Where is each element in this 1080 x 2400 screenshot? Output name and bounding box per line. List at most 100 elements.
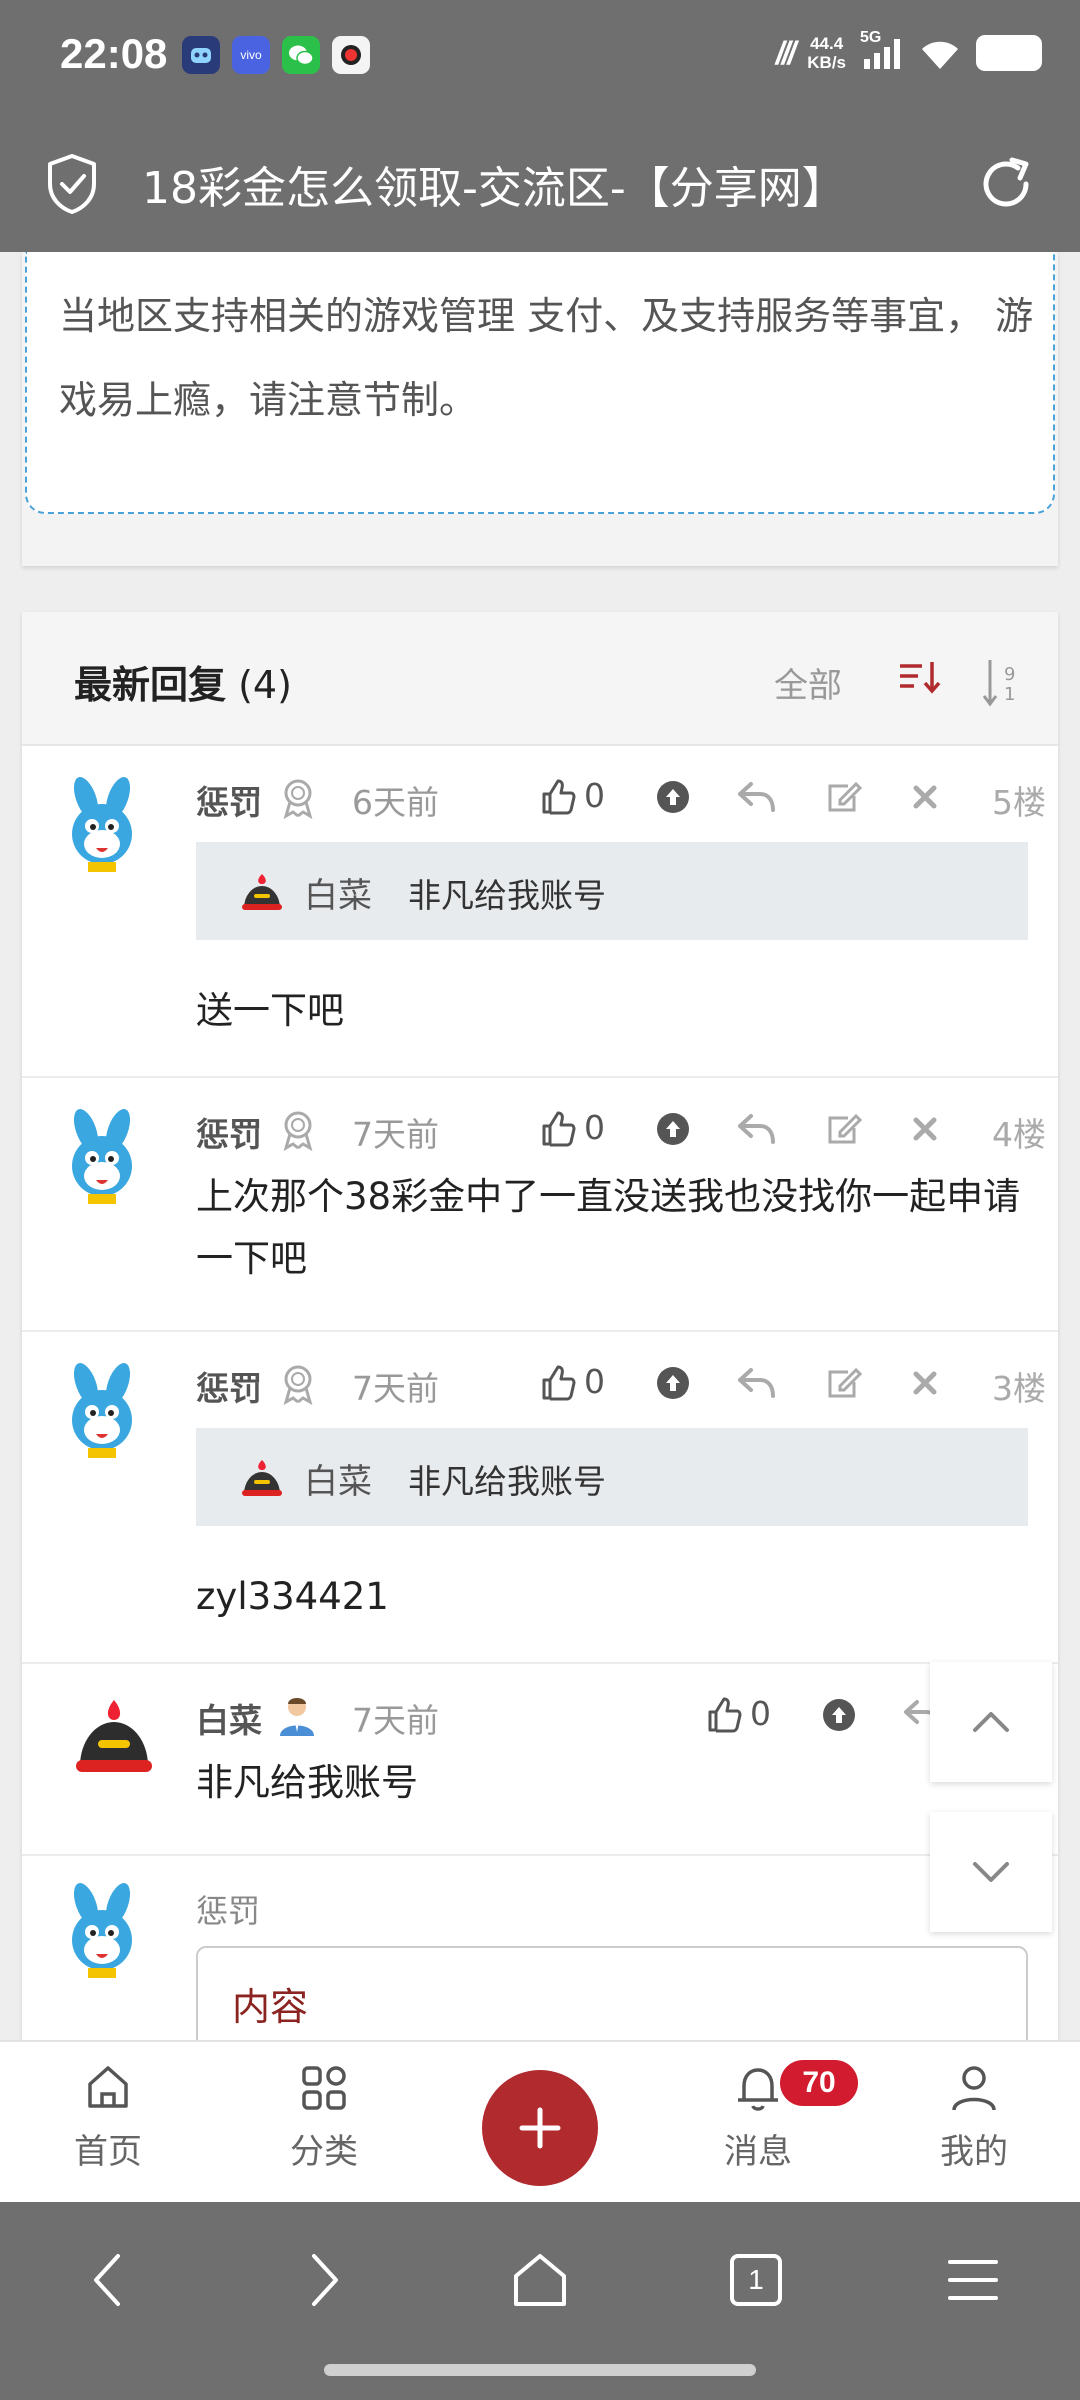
reply-meta: 白菜 7天前 0 [196, 1694, 941, 1740]
forward-icon[interactable] [302, 2248, 346, 2312]
reply-text: 非凡给我账号 [196, 1761, 418, 1804]
user-badge-icon [280, 1698, 314, 1736]
quote-box: 白菜 非凡给我账号 [196, 842, 1028, 940]
reply-item: 白菜 7天前 0 非凡给我账号 [22, 1666, 1058, 1856]
tabs-button[interactable]: 1 [730, 2254, 782, 2306]
medal-icon [283, 779, 313, 820]
reply-username[interactable]: 白菜 [196, 1694, 262, 1742]
messages-badge: 70 [780, 2060, 858, 2106]
status-app-icons: vivo [182, 36, 370, 74]
medal-icon [283, 1111, 313, 1152]
reply-username[interactable]: 惩罚 [196, 1108, 262, 1156]
svg-text:9: 9 [1004, 664, 1015, 685]
medal-icon [283, 1365, 313, 1406]
upvote-icon[interactable] [656, 780, 690, 814]
scroll-up-button[interactable] [930, 1662, 1052, 1782]
status-bar: 22:08 vivo /// 44.4 KB/s 5G [0, 0, 1080, 116]
network-speed: 44.4 KB/s [807, 34, 846, 72]
scroll-down-button[interactable] [930, 1812, 1052, 1932]
menu-icon[interactable] [946, 2248, 1000, 2312]
avatar[interactable] [52, 1362, 152, 1462]
reply-item: 惩罚 7天前 0 3楼 白菜 非凡给我账号 zyl334421 [22, 1334, 1058, 1664]
vivo-app-icon: vivo [232, 36, 270, 74]
new-post-button[interactable] [482, 2070, 598, 2186]
thumbs-up-icon[interactable] [706, 1696, 742, 1734]
avatar[interactable] [52, 1108, 152, 1208]
delete-icon[interactable] [912, 784, 938, 810]
reply-text: 上次那个38彩金中了一直没送我也没找你一起申请一下吧 [196, 1175, 1021, 1280]
network-activity-icon: /// [775, 34, 797, 71]
like-count: 0 [584, 1362, 605, 1401]
thumbs-up-icon[interactable] [540, 778, 576, 816]
browser-home-icon[interactable] [508, 2248, 572, 2312]
plus-icon [519, 2107, 561, 2149]
quote-box: 白菜 非凡给我账号 [196, 1428, 1028, 1526]
status-right: /// 44.4 KB/s 5G [775, 29, 1042, 72]
edit-icon[interactable] [824, 780, 862, 814]
helmet-avatar[interactable] [72, 1696, 156, 1780]
reload-icon[interactable] [978, 152, 1036, 216]
helmet-avatar-icon [242, 874, 282, 910]
thumbs-up-icon[interactable] [540, 1110, 576, 1148]
reply-icon[interactable] [736, 1366, 776, 1400]
reply-time: 7天前 [352, 1701, 439, 1740]
nav-mine[interactable]: 我的 [904, 2062, 1044, 2173]
bottom-nav: 首页 分类 消息 70 我的 [0, 2040, 1080, 2202]
reply-content-input[interactable]: 内容 [196, 1946, 1028, 2042]
page-title[interactable]: 18彩金怎么领取-交流区-【分享网】 [142, 152, 846, 216]
browser-title-bar: 18彩金怎么领取-交流区-【分享网】 [0, 116, 1080, 252]
wechat-icon [282, 36, 320, 74]
like-count: 0 [584, 1108, 605, 1147]
like-count: 0 [584, 776, 605, 815]
reply-icon[interactable] [736, 780, 776, 814]
reply-meta: 惩罚 6天前 0 5楼 [196, 776, 1046, 822]
upvote-icon[interactable] [656, 1112, 690, 1146]
svg-text:1: 1 [1004, 684, 1015, 705]
home-icon [88, 2066, 128, 2108]
notice-box: 当地区支持相关的游戏管理 支付、及支持服务等事宜， 游戏易上瘾，请注意节制。 [25, 252, 1055, 514]
reply-time: 6天前 [352, 783, 439, 822]
signal-icon: 5G [860, 29, 904, 71]
bell-icon [738, 2068, 778, 2111]
nav-category[interactable]: 分类 [254, 2062, 394, 2173]
quote-username[interactable]: 白菜 [304, 868, 372, 917]
quote-username[interactable]: 白菜 [304, 1454, 372, 1503]
delete-icon[interactable] [912, 1116, 938, 1142]
nav-home[interactable]: 首页 [38, 2062, 178, 2173]
reply-username[interactable]: 惩罚 [196, 776, 262, 824]
reply-time: 7天前 [352, 1369, 439, 1408]
notice-text: 当地区支持相关的游戏管理 支付、及支持服务等事宜， 游戏易上瘾，请注意节制。 [59, 294, 1034, 422]
upvote-icon[interactable] [822, 1698, 856, 1732]
edit-icon[interactable] [824, 1112, 862, 1146]
wifi-icon [922, 41, 958, 69]
sort-desc-icon[interactable] [896, 654, 944, 702]
chevron-down-icon [973, 1862, 1009, 1882]
edit-icon[interactable] [824, 1366, 862, 1400]
gesture-home-bar[interactable] [324, 2364, 756, 2376]
replies-header: 最新回复 (4) 全部 9 1 [22, 612, 1058, 746]
shield-check-icon[interactable] [44, 152, 100, 216]
category-icon [302, 2066, 346, 2110]
reply-icon[interactable] [736, 1112, 776, 1146]
replies-title: 最新回复 (4) [74, 663, 292, 707]
upvote-icon[interactable] [656, 1366, 690, 1400]
replies-card: 最新回复 (4) 全部 9 1 惩罚 6天前 0 5楼 白菜 非凡给我账号 送一… [22, 612, 1058, 2042]
avatar[interactable] [52, 776, 152, 876]
quote-text: 非凡给我账号 [408, 876, 606, 915]
floor-number: 3楼 [992, 1369, 1046, 1408]
filter-all-button[interactable]: 全部 [774, 658, 842, 707]
quote-text: 非凡给我账号 [408, 1462, 606, 1501]
game-app-icon [332, 36, 370, 74]
reply-meta: 惩罚 7天前 0 3楼 [196, 1362, 1046, 1408]
notice-card: 当地区支持相关的游戏管理 支付、及支持服务等事宜， 游戏易上瘾，请注意节制。 [22, 252, 1058, 566]
back-icon[interactable] [86, 2248, 130, 2312]
reply-time: 7天前 [352, 1115, 439, 1154]
thumbs-up-icon[interactable] [540, 1364, 576, 1402]
delete-icon[interactable] [912, 1370, 938, 1396]
like-count: 0 [750, 1694, 771, 1733]
sort-number-icon[interactable]: 9 1 [978, 654, 1026, 710]
app-robot-icon [182, 36, 220, 74]
avatar[interactable] [52, 1882, 152, 1982]
reply-item: 惩罚 6天前 0 5楼 白菜 非凡给我账号 送一下吧 [22, 748, 1058, 1078]
reply-username[interactable]: 惩罚 [196, 1362, 262, 1410]
